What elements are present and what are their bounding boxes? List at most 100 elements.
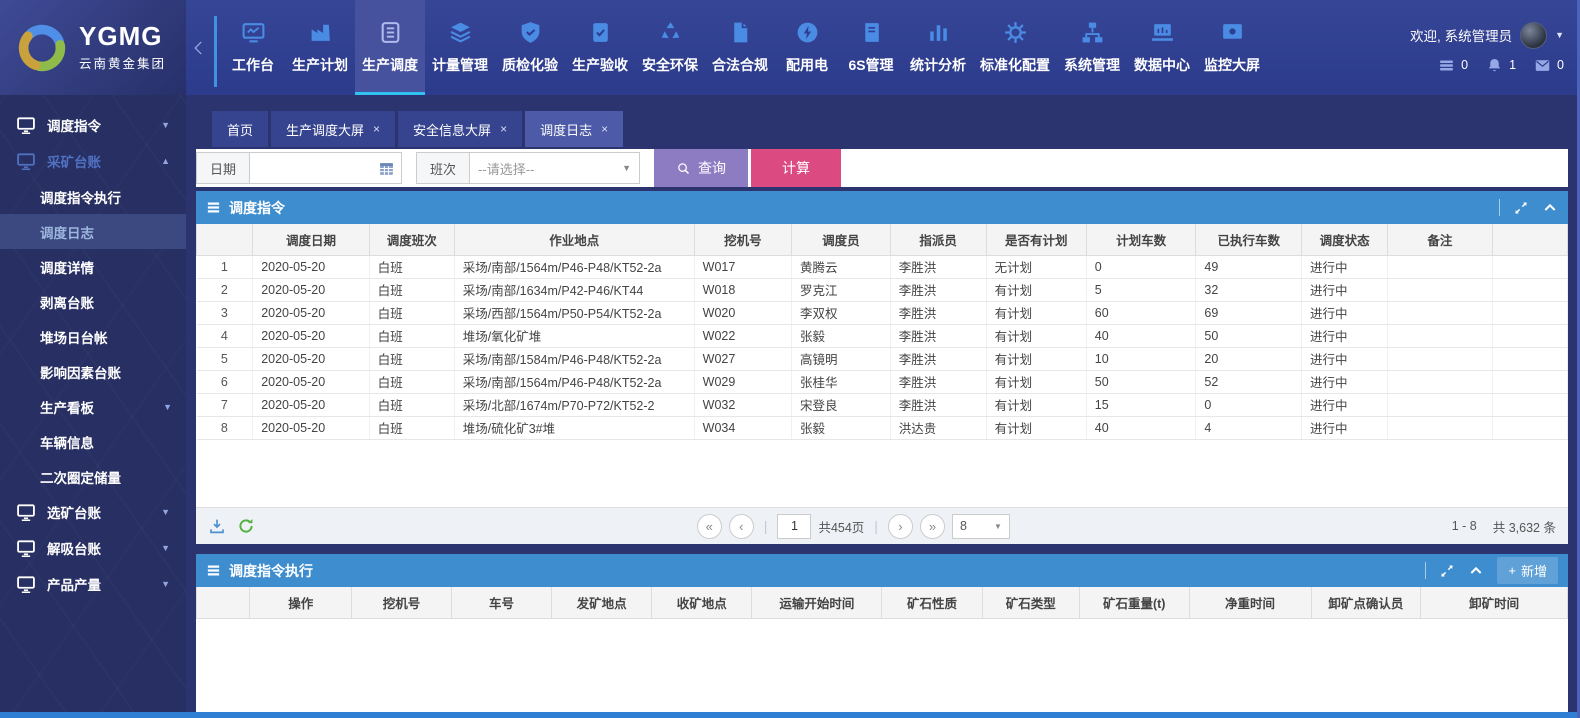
nav-item-production-plan[interactable]: 生产计划 xyxy=(285,0,355,95)
sidebar-item-production-board[interactable]: 生产看板▼ xyxy=(0,389,186,424)
sidebar-item-dispatch-detail[interactable]: 调度详情 xyxy=(0,249,186,284)
column-header xyxy=(197,587,250,618)
sidebar-item-dispatch-execution[interactable]: 调度指令执行 xyxy=(0,179,186,214)
nav-item-compliance[interactable]: 合法合规 xyxy=(705,0,775,95)
date-input[interactable] xyxy=(250,153,378,183)
table-cell: 有计划 xyxy=(986,324,1086,347)
bottom-scroll-bar[interactable] xyxy=(0,712,1580,718)
nav-item-production-dispatch[interactable]: 生产调度 xyxy=(355,0,425,95)
sidebar: YGMG 云南黄金集团 调度指令 ▼ 采矿台账 ▲ 调度指令执行 调度日志 调度… xyxy=(0,0,186,718)
table-cell: 1 xyxy=(197,255,253,278)
table-row[interactable]: 82020-05-20白班堆场/硫化矿3#堆W034张毅洪达贵有计划404进行中 xyxy=(197,416,1568,439)
page-number-input[interactable] xyxy=(777,514,811,539)
nav-item-data-center[interactable]: 数据中心 xyxy=(1127,0,1197,95)
sidebar-collapse-button[interactable] xyxy=(186,0,212,95)
nav-item-statistics[interactable]: 统计分析 xyxy=(903,0,973,95)
nav-item-power-distribution[interactable]: 配用电 xyxy=(775,0,839,95)
sidebar-item-dispatch-log[interactable]: 调度日志 xyxy=(0,214,186,249)
tab-home[interactable]: 首页 xyxy=(212,111,268,147)
column-header: 车号 xyxy=(452,587,552,618)
sidebar-item-secondary-delineated-reserves[interactable]: 二次圈定储量 xyxy=(0,459,186,494)
collapse-up-icon[interactable] xyxy=(1542,200,1558,216)
expand-icon[interactable] xyxy=(1439,563,1455,579)
first-page-button[interactable]: « xyxy=(697,514,722,539)
nav-item-quality-inspection[interactable]: 质检化验 xyxy=(495,0,565,95)
tab-dispatch-log[interactable]: 调度日志 × xyxy=(525,111,623,147)
nav-item-workbench[interactable]: 工作台 xyxy=(221,0,285,95)
table-cell: 李胜洪 xyxy=(890,278,986,301)
bell-icon xyxy=(1486,57,1503,74)
nav-label: 配用电 xyxy=(786,55,828,75)
collapse-up-icon[interactable] xyxy=(1468,563,1484,579)
download-icon[interactable] xyxy=(208,517,226,535)
table-cell xyxy=(1388,416,1492,439)
refresh-icon[interactable] xyxy=(237,517,255,535)
nav-item-6s-management[interactable]: 6S管理 xyxy=(839,0,903,95)
table-cell: 进行中 xyxy=(1301,416,1387,439)
page-size-select[interactable]: 8 ▼ xyxy=(952,514,1010,539)
nav-item-system-management[interactable]: 系统管理 xyxy=(1057,0,1127,95)
nav-label: 系统管理 xyxy=(1064,55,1120,75)
shift-select[interactable]: --请选择-- ▼ xyxy=(470,152,640,184)
table-cell: 李胜洪 xyxy=(890,393,986,416)
prev-page-button[interactable]: ‹ xyxy=(729,514,754,539)
sidebar-item-desorption-ledger[interactable]: 解吸台账 ▼ xyxy=(0,530,186,566)
table-cell: W022 xyxy=(694,324,791,347)
table-cell: W018 xyxy=(694,278,791,301)
sidebar-item-vehicle-info[interactable]: 车辆信息 xyxy=(0,424,186,459)
sidebar-item-beneficiation-ledger[interactable]: 选矿台账 ▼ xyxy=(0,494,186,530)
nav-label: 数据中心 xyxy=(1134,55,1190,75)
document-list-icon xyxy=(378,20,403,45)
nav-item-safety-environment[interactable]: 安全环保 xyxy=(635,0,705,95)
nav-item-production-acceptance[interactable]: 生产验收 xyxy=(565,0,635,95)
sidebar-item-mining-ledger[interactable]: 采矿台账 ▲ xyxy=(0,143,186,179)
table-cell xyxy=(1388,347,1492,370)
sitemap-icon xyxy=(1080,20,1105,45)
table-cell: 有计划 xyxy=(986,278,1086,301)
alert-badge[interactable]: 1 xyxy=(1486,57,1516,74)
calendar-icon[interactable] xyxy=(378,160,395,177)
table-row[interactable]: 72020-05-20白班采场/北部/1674m/P70-P72/KT52-2W… xyxy=(197,393,1568,416)
table-cell: 2020-05-20 xyxy=(253,347,370,370)
todo-badge[interactable]: 0 xyxy=(1438,57,1468,74)
sidebar-item-product-output[interactable]: 产品产量 ▼ xyxy=(0,566,186,602)
table-cell: 有计划 xyxy=(986,393,1086,416)
add-button[interactable]: + 新增 xyxy=(1497,557,1558,584)
nav-item-standard-config[interactable]: 标准化配置 xyxy=(973,0,1057,95)
user-menu[interactable]: 欢迎, 系统管理员 ▼ xyxy=(1410,22,1564,49)
next-page-button[interactable]: › xyxy=(888,514,913,539)
query-button[interactable]: 查询 xyxy=(654,149,748,187)
table-row[interactable]: 22020-05-20白班采场/南部/1634m/P42-P46/KT44W01… xyxy=(197,278,1568,301)
sidebar-item-dispatch-orders[interactable]: 调度指令 ▼ xyxy=(0,107,186,143)
column-header: 卸矿时间 xyxy=(1421,587,1568,618)
table-cell xyxy=(1388,370,1492,393)
table-cell: 8 xyxy=(197,416,253,439)
column-header: 矿石性质 xyxy=(882,587,982,618)
tab-safety-info-screen[interactable]: 安全信息大屏 × xyxy=(398,111,522,147)
close-icon[interactable]: × xyxy=(500,122,507,136)
avatar[interactable] xyxy=(1520,22,1547,49)
divider: | xyxy=(874,518,878,534)
nav-item-metering[interactable]: 计量管理 xyxy=(425,0,495,95)
expand-icon[interactable] xyxy=(1513,200,1529,216)
calculate-button[interactable]: 计算 xyxy=(751,149,841,187)
column-header: 收矿地点 xyxy=(652,587,752,618)
close-icon[interactable]: × xyxy=(373,122,380,136)
table-row[interactable]: 42020-05-20白班堆场/氧化矿堆W022张毅李胜洪有计划4050进行中 xyxy=(197,324,1568,347)
close-icon[interactable]: × xyxy=(601,122,608,136)
table-row[interactable]: 52020-05-20白班采场/南部/1584m/P46-P48/KT52-2a… xyxy=(197,347,1568,370)
sidebar-item-stockyard-daily-ledger[interactable]: 堆场日台帐 xyxy=(0,319,186,354)
table-row[interactable]: 62020-05-20白班采场/南部/1564m/P46-P48/KT52-2a… xyxy=(197,370,1568,393)
column-header: 调度日期 xyxy=(253,224,370,255)
nav-item-monitor-screen[interactable]: 监控大屏 xyxy=(1197,0,1267,95)
tab-production-dispatch-screen[interactable]: 生产调度大屏 × xyxy=(271,111,395,147)
last-page-button[interactable]: » xyxy=(920,514,945,539)
sidebar-item-impact-factor-ledger[interactable]: 影响因素台账 xyxy=(0,354,186,389)
nav-label: 监控大屏 xyxy=(1204,55,1260,75)
table-row[interactable]: 12020-05-20白班采场/南部/1564m/P46-P48/KT52-2a… xyxy=(197,255,1568,278)
table-cell: 进行中 xyxy=(1301,278,1387,301)
column-header: 运输开始时间 xyxy=(752,587,882,618)
sidebar-item-stripping-ledger[interactable]: 剥离台账 xyxy=(0,284,186,319)
table-row[interactable]: 32020-05-20白班采场/西部/1564m/P50-P54/KT52-2a… xyxy=(197,301,1568,324)
message-badge[interactable]: 0 xyxy=(1534,57,1564,74)
